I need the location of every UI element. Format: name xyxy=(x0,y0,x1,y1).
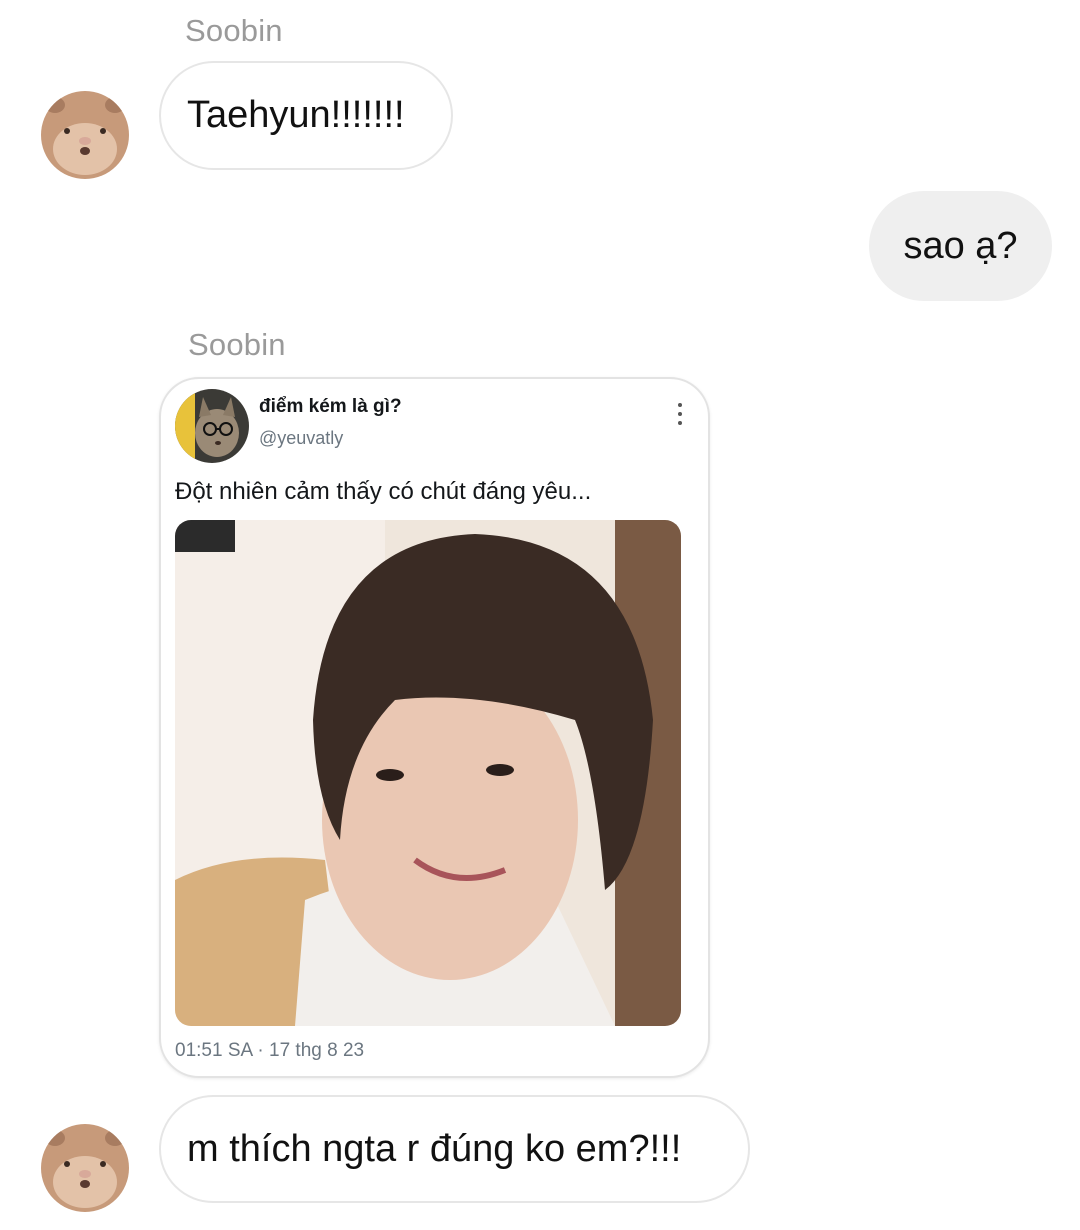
tweet-avatar xyxy=(175,389,249,463)
hamster-face-avatar xyxy=(41,1124,129,1212)
avatar[interactable] xyxy=(41,1124,129,1212)
tweet-photo[interactable] xyxy=(175,520,681,1026)
tweet-author-name[interactable]: điểm kém là gì? xyxy=(259,396,402,418)
message-bubble-outgoing[interactable]: sao ạ? xyxy=(869,191,1052,301)
hamster-face-avatar xyxy=(41,91,129,179)
sender-name: Soobin xyxy=(185,13,283,48)
message-text: Taehyun!!!!!!! xyxy=(187,94,405,136)
sender-name: Soobin xyxy=(188,327,286,362)
cat-with-glasses-avatar xyxy=(175,389,249,463)
message-text: sao ạ? xyxy=(903,224,1018,267)
avatar[interactable] xyxy=(41,91,129,179)
tweet-text: Đột nhiên cảm thấy có chút đáng yêu... xyxy=(175,478,592,505)
tweet-author-handle[interactable]: @yeuvatly xyxy=(259,428,343,449)
message-bubble[interactable]: m thích ngta r đúng ko em?!!! xyxy=(159,1095,750,1203)
shared-tweet-card[interactable]: điểm kém là gì? @yeuvatly Đột nhiên cảm … xyxy=(159,377,710,1078)
tweet-timestamp: 01:51 SA · 17 thg 8 23 xyxy=(175,1040,365,1061)
message-bubble[interactable]: Taehyun!!!!!!! xyxy=(159,61,453,170)
message-text: m thích ngta r đúng ko em?!!! xyxy=(187,1127,682,1170)
more-vertical-icon[interactable] xyxy=(676,403,684,425)
photo-image xyxy=(175,520,681,1026)
